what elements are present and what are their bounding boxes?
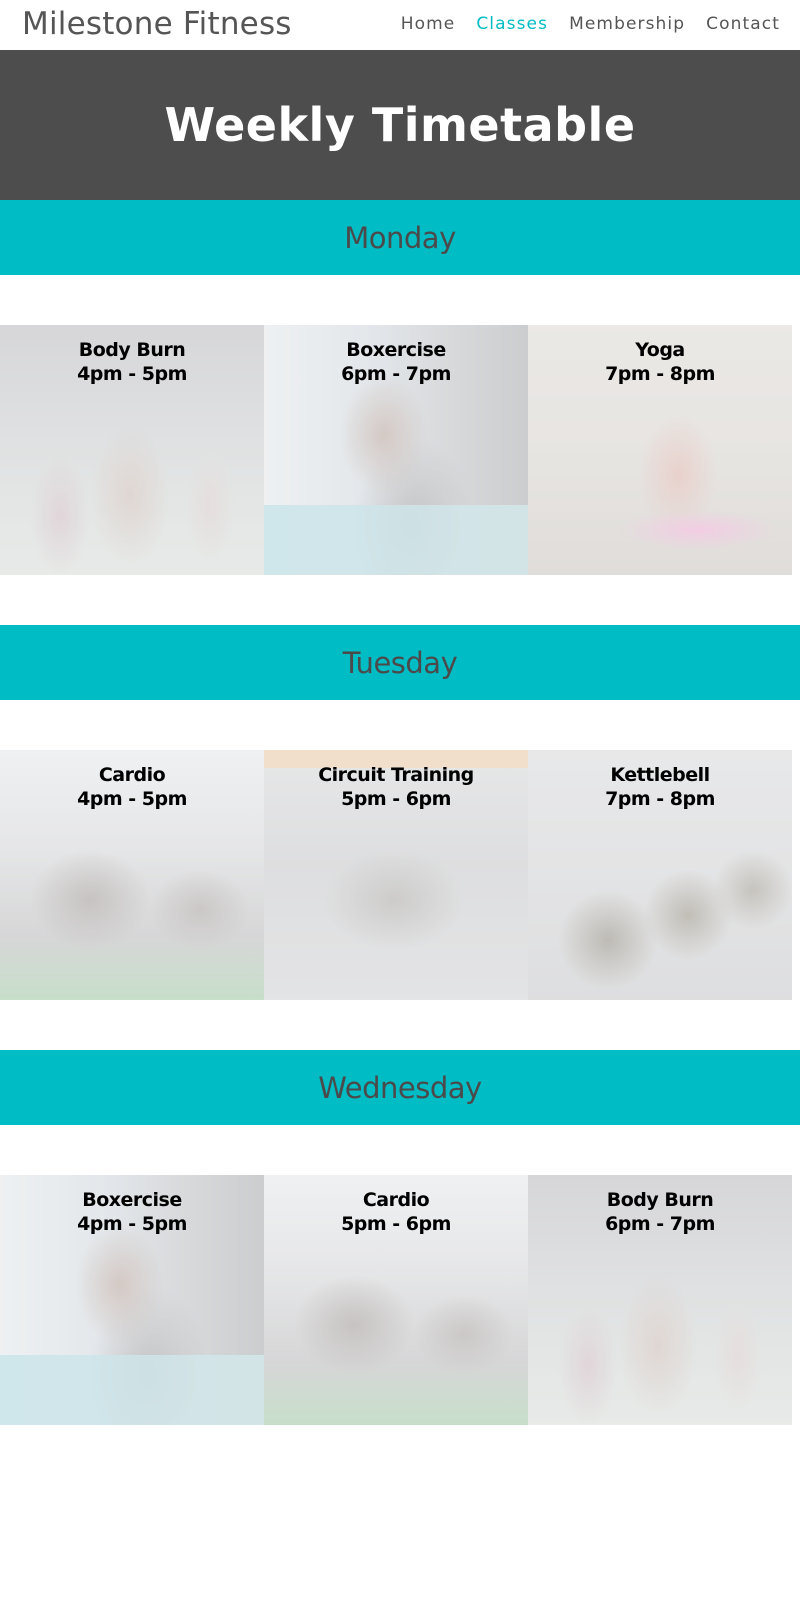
nav-link-contact[interactable]: Contact — [706, 13, 780, 35]
class-card[interactable]: Kettlebell 7pm - 8pm — [528, 750, 792, 1000]
class-info: Circuit Training 5pm - 6pm — [264, 763, 528, 811]
day-title: Wednesday — [318, 1070, 482, 1105]
class-time: 4pm - 5pm — [77, 363, 187, 385]
class-time: 7pm - 8pm — [605, 788, 715, 810]
class-card[interactable]: Body Burn 4pm - 5pm — [0, 325, 264, 575]
class-card[interactable]: Circuit Training 5pm - 6pm — [264, 750, 528, 1000]
nav-link-home[interactable]: Home — [401, 13, 456, 35]
day-header: Monday — [0, 200, 800, 275]
class-time: 4pm - 5pm — [77, 1213, 187, 1235]
class-cards: Cardio 4pm - 5pm Circuit Training 5pm - … — [0, 750, 792, 1000]
site-logo[interactable]: Milestone Fitness — [22, 6, 292, 42]
class-name: Kettlebell — [610, 764, 710, 786]
day-title: Monday — [344, 220, 456, 255]
class-time: 6pm - 7pm — [341, 363, 451, 385]
class-info: Body Burn 6pm - 7pm — [528, 1188, 792, 1236]
class-info: Cardio 4pm - 5pm — [0, 763, 264, 811]
day-header: Wednesday — [0, 1050, 800, 1125]
class-card[interactable]: Cardio 4pm - 5pm — [0, 750, 264, 1000]
hero-banner: Weekly Timetable — [0, 50, 800, 200]
class-name: Circuit Training — [318, 764, 474, 786]
class-card[interactable]: Body Burn 6pm - 7pm — [528, 1175, 792, 1425]
main-nav: Home Classes Membership Contact — [401, 13, 780, 35]
class-info: Body Burn 4pm - 5pm — [0, 338, 264, 386]
class-time: 6pm - 7pm — [605, 1213, 715, 1235]
day-title: Tuesday — [342, 645, 458, 680]
class-info: Cardio 5pm - 6pm — [264, 1188, 528, 1236]
class-name: Body Burn — [606, 1189, 714, 1211]
class-time: 4pm - 5pm — [77, 788, 187, 810]
nav-link-classes[interactable]: Classes — [476, 13, 548, 35]
class-info: Kettlebell 7pm - 8pm — [528, 763, 792, 811]
class-cards: Boxercise 4pm - 5pm Cardio 5pm - 6pm Bod… — [0, 1175, 792, 1425]
day-header: Tuesday — [0, 625, 800, 700]
class-time: 5pm - 6pm — [341, 788, 451, 810]
class-time: 5pm - 6pm — [341, 1213, 451, 1235]
class-cards: Body Burn 4pm - 5pm Boxercise 6pm - 7pm … — [0, 325, 792, 575]
class-card[interactable]: Yoga 7pm - 8pm — [528, 325, 792, 575]
nav-link-membership[interactable]: Membership — [569, 13, 685, 35]
class-info: Boxercise 4pm - 5pm — [0, 1188, 264, 1236]
class-name: Body Burn — [78, 339, 186, 361]
class-name: Cardio — [362, 1189, 430, 1211]
page-title: Weekly Timetable — [164, 98, 636, 152]
site-header: Milestone Fitness Home Classes Membershi… — [0, 0, 800, 50]
class-info: Boxercise 6pm - 7pm — [264, 338, 528, 386]
class-name: Boxercise — [346, 339, 446, 361]
class-name: Boxercise — [82, 1189, 182, 1211]
class-card[interactable]: Boxercise 6pm - 7pm — [264, 325, 528, 575]
class-name: Yoga — [635, 339, 685, 361]
class-card[interactable]: Boxercise 4pm - 5pm — [0, 1175, 264, 1425]
class-time: 7pm - 8pm — [605, 363, 715, 385]
day-section-wednesday: Wednesday Boxercise 4pm - 5pm Cardio 5pm… — [0, 1050, 800, 1600]
class-name: Cardio — [98, 764, 166, 786]
class-card[interactable]: Cardio 5pm - 6pm — [264, 1175, 528, 1425]
class-info: Yoga 7pm - 8pm — [528, 338, 792, 386]
